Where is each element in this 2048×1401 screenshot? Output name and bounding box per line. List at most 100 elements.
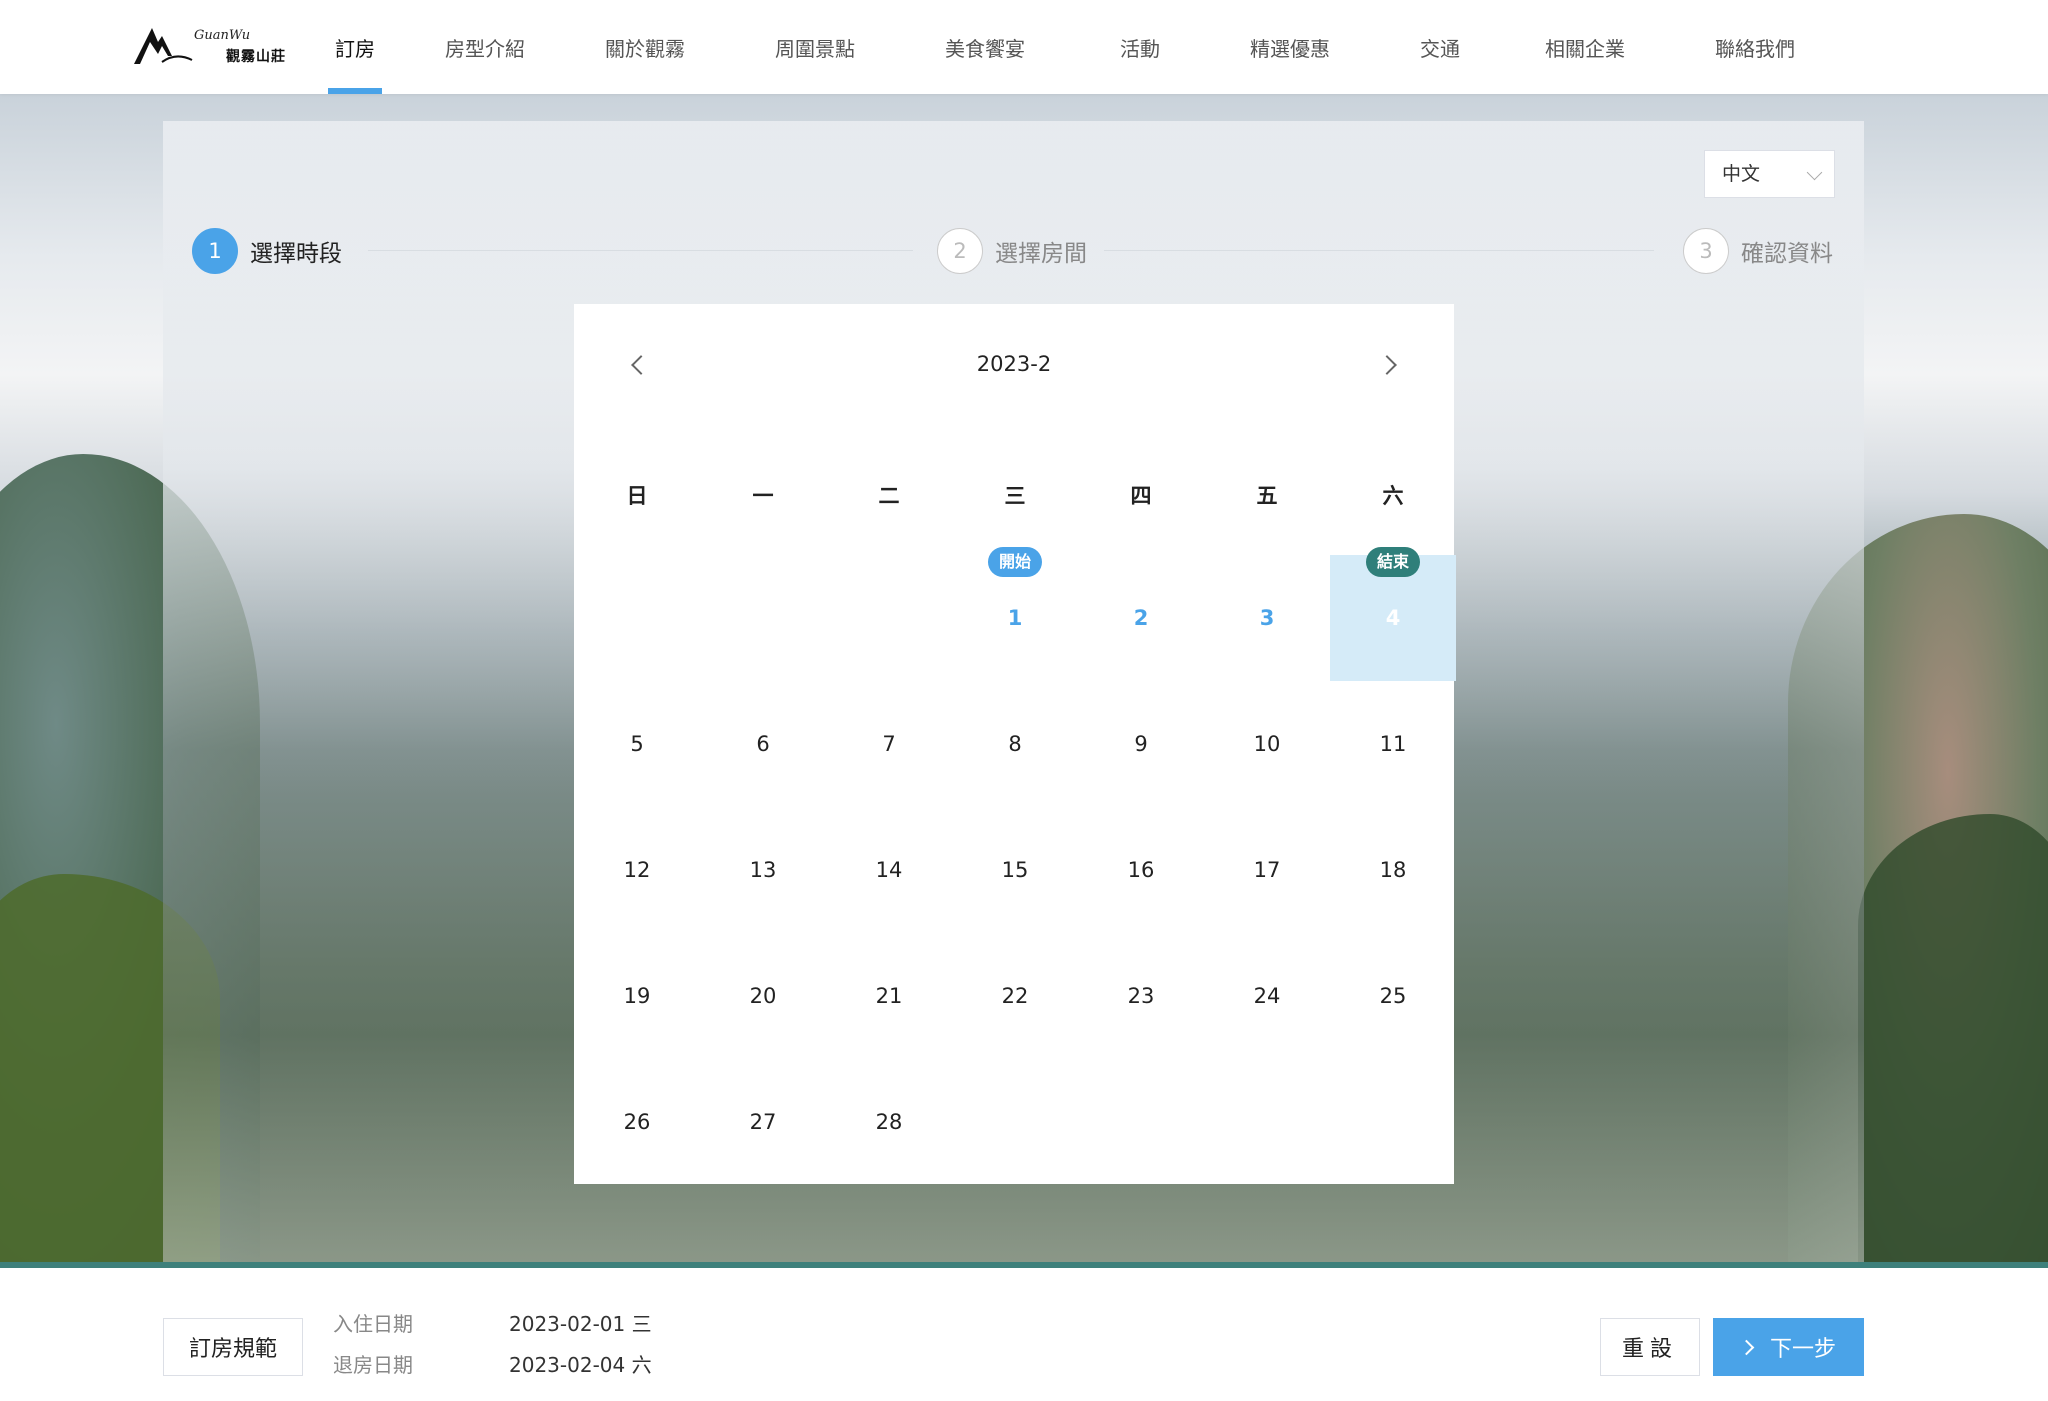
calendar-day[interactable]: 8 [952, 681, 1078, 807]
weekday-label: 一 [752, 484, 774, 508]
day-number: 4 [1385, 606, 1401, 630]
nav-item-9[interactable]: 聯絡我們 [1660, 0, 1850, 94]
step-label: 選擇房間 [995, 241, 1087, 267]
nav-item-8[interactable]: 相關企業 [1510, 0, 1660, 94]
nav-item-5[interactable]: 活動 [1070, 0, 1210, 94]
day-number: 20 [749, 984, 777, 1008]
day-number: 19 [623, 984, 651, 1008]
checkin-label: 入住日期 [333, 1312, 413, 1336]
next-step-button[interactable]: 下一步 [1713, 1318, 1864, 1376]
calendar-day[interactable]: 14 [826, 807, 952, 933]
nav-item-3[interactable]: 周圍景點 [730, 0, 900, 94]
weekday-label: 三 [1004, 484, 1026, 508]
date-calendar: 2023-2 日一二三四五六 1 開始 2 3 4 結束 5 6 7 8 9 10 11 12 13 14 15… [574, 304, 1456, 1185]
nav-item-7[interactable]: 交通 [1370, 0, 1510, 94]
day-number: 10 [1253, 732, 1281, 756]
forest-right [1858, 814, 2048, 1264]
day-number: 9 [1134, 732, 1148, 756]
calendar-day[interactable]: 5 [574, 681, 700, 807]
step-label: 確認資料 [1741, 241, 1833, 267]
start-tag: 開始 [987, 547, 1043, 577]
calendar-day[interactable]: 2 [1078, 555, 1204, 681]
day-number: 17 [1253, 858, 1281, 882]
booking-rules-button[interactable]: 訂房規範 [163, 1318, 303, 1376]
day-number: 28 [875, 1110, 903, 1134]
calendar-day[interactable]: 11 [1330, 681, 1456, 807]
day-number: 23 [1127, 984, 1155, 1008]
calendar-day[interactable]: 18 [1330, 807, 1456, 933]
calendar-day[interactable]: 4 結束 [1330, 547, 1456, 681]
nav-item-6[interactable]: 精選優惠 [1210, 0, 1370, 94]
weekday-label: 日 [626, 484, 648, 508]
calendar-day[interactable]: 16 [1078, 807, 1204, 933]
calendar-month-title: 2023-2 [976, 352, 1052, 376]
calendar-day[interactable]: 6 [700, 681, 826, 807]
day-number: 13 [749, 858, 777, 882]
main-nav: 訂房 房型介紹 關於觀霧 周圍景點 美食饗宴 活動 精選優惠 交通 相關企業 聯絡我們 [300, 0, 1850, 94]
calendar-day[interactable]: 23 [1078, 933, 1204, 1059]
calendar-weekdays: 日一二三四五六 [574, 480, 1454, 510]
checkin-value: 2023-02-01 三 [509, 1312, 652, 1336]
calendar-day[interactable]: 13 [700, 807, 826, 933]
logo-text-en: GuanWu [194, 28, 251, 43]
booking-footer: 訂房規範 入住日期 2023-02-01 三 退房日期 2023-02-04 六… [0, 1262, 2048, 1401]
day-number: 16 [1127, 858, 1155, 882]
step-number: 3 [1683, 228, 1729, 274]
calendar-day[interactable]: 3 [1204, 555, 1330, 681]
calendar-day[interactable]: 26 [574, 1059, 700, 1185]
step-number: 2 [937, 228, 983, 274]
calendar-day[interactable]: 20 [700, 933, 826, 1059]
calendar-day[interactable]: 17 [1204, 807, 1330, 933]
calendar-day[interactable]: 27 [700, 1059, 826, 1185]
checkout-value: 2023-02-04 六 [509, 1353, 652, 1377]
nav-item-1[interactable]: 房型介紹 [410, 0, 560, 94]
step-number: 1 [192, 228, 238, 274]
calendar-day[interactable]: 25 [1330, 933, 1456, 1059]
reset-button[interactable]: 重設 [1600, 1318, 1700, 1376]
checkout-label: 退房日期 [333, 1353, 413, 1377]
calendar-day[interactable]: 22 [952, 933, 1078, 1059]
calendar-day[interactable]: 21 [826, 933, 952, 1059]
weekday-label: 六 [1382, 484, 1404, 508]
nav-item-2[interactable]: 關於觀霧 [560, 0, 730, 94]
mountain-logo-icon [134, 28, 193, 64]
day-number: 25 [1379, 984, 1407, 1008]
day-number: 15 [1001, 858, 1029, 882]
nav-item-0[interactable]: 訂房 [300, 0, 410, 94]
step-connector-1 [368, 250, 913, 251]
calendar-day[interactable]: 1 開始 [952, 547, 1078, 681]
logo-text-cn: 觀霧山莊 [226, 49, 286, 65]
calendar-day[interactable]: 19 [574, 933, 700, 1059]
calendar-day[interactable]: 15 [952, 807, 1078, 933]
calendar-day[interactable]: 12 [574, 807, 700, 933]
calendar-day[interactable]: 24 [1204, 933, 1330, 1059]
calendar-header: 2023-2 [574, 304, 1454, 428]
day-number: 18 [1379, 858, 1407, 882]
day-number: 24 [1253, 984, 1281, 1008]
logo[interactable]: GuanWu 觀霧山莊 [132, 22, 292, 72]
weekday-label: 二 [878, 484, 900, 508]
step-select-room: 2 選擇房間 [937, 227, 1087, 275]
calendar-day[interactable]: 9 [1078, 681, 1204, 807]
chevron-down-icon [1806, 164, 1823, 181]
calendar-day[interactable]: 7 [826, 681, 952, 807]
end-tag: 結束 [1365, 547, 1421, 577]
day-number: 27 [749, 1110, 777, 1134]
step-confirm-info: 3 確認資料 [1683, 227, 1833, 275]
day-number: 5 [630, 732, 644, 756]
calendar-day[interactable]: 10 [1204, 681, 1330, 807]
day-number: 6 [756, 732, 770, 756]
day-number: 26 [623, 1110, 651, 1134]
step-label: 選擇時段 [250, 241, 342, 267]
nav-item-4[interactable]: 美食饗宴 [900, 0, 1070, 94]
checkout-row: 退房日期 2023-02-04 六 [333, 1349, 652, 1378]
day-number: 2 [1133, 606, 1149, 630]
chevron-right-icon [1738, 1339, 1755, 1355]
day-number: 14 [875, 858, 903, 882]
day-number: 8 [1008, 732, 1022, 756]
language-select[interactable]: 中文 [1704, 150, 1835, 198]
booking-steps: 1 選擇時段 2 選擇房間 3 確認資料 [192, 227, 1836, 275]
day-number: 21 [875, 984, 903, 1008]
weekday-label: 四 [1130, 484, 1152, 508]
calendar-day[interactable]: 28 [826, 1059, 952, 1185]
